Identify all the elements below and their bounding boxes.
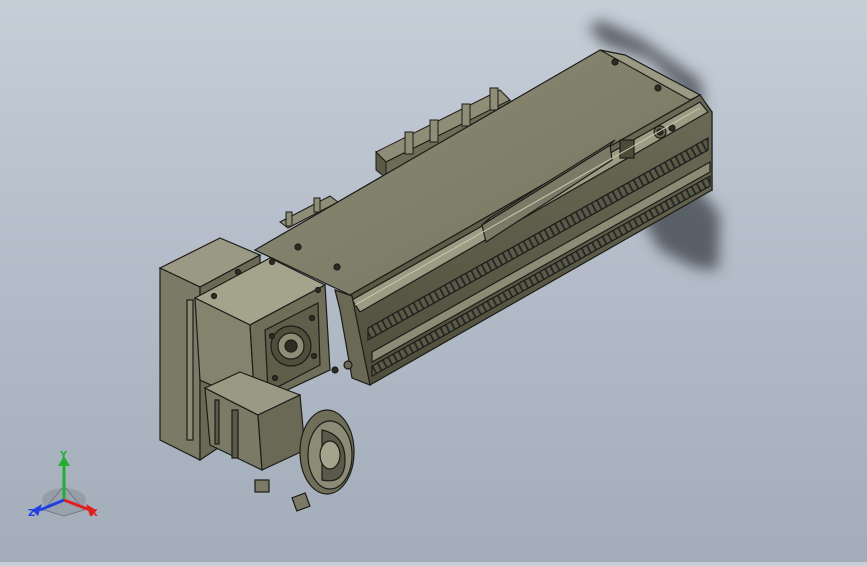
model-canvas[interactable]: Y X Z — [0, 0, 867, 562]
z-axis-label: Z — [28, 508, 35, 519]
coordinate-triad: Y X Z — [28, 450, 98, 519]
3d-viewport[interactable]: Y X Z — [0, 0, 867, 562]
servo-motor[interactable] — [203, 371, 355, 512]
y-axis-label: Y — [59, 450, 68, 461]
x-axis-label: X — [90, 508, 98, 519]
